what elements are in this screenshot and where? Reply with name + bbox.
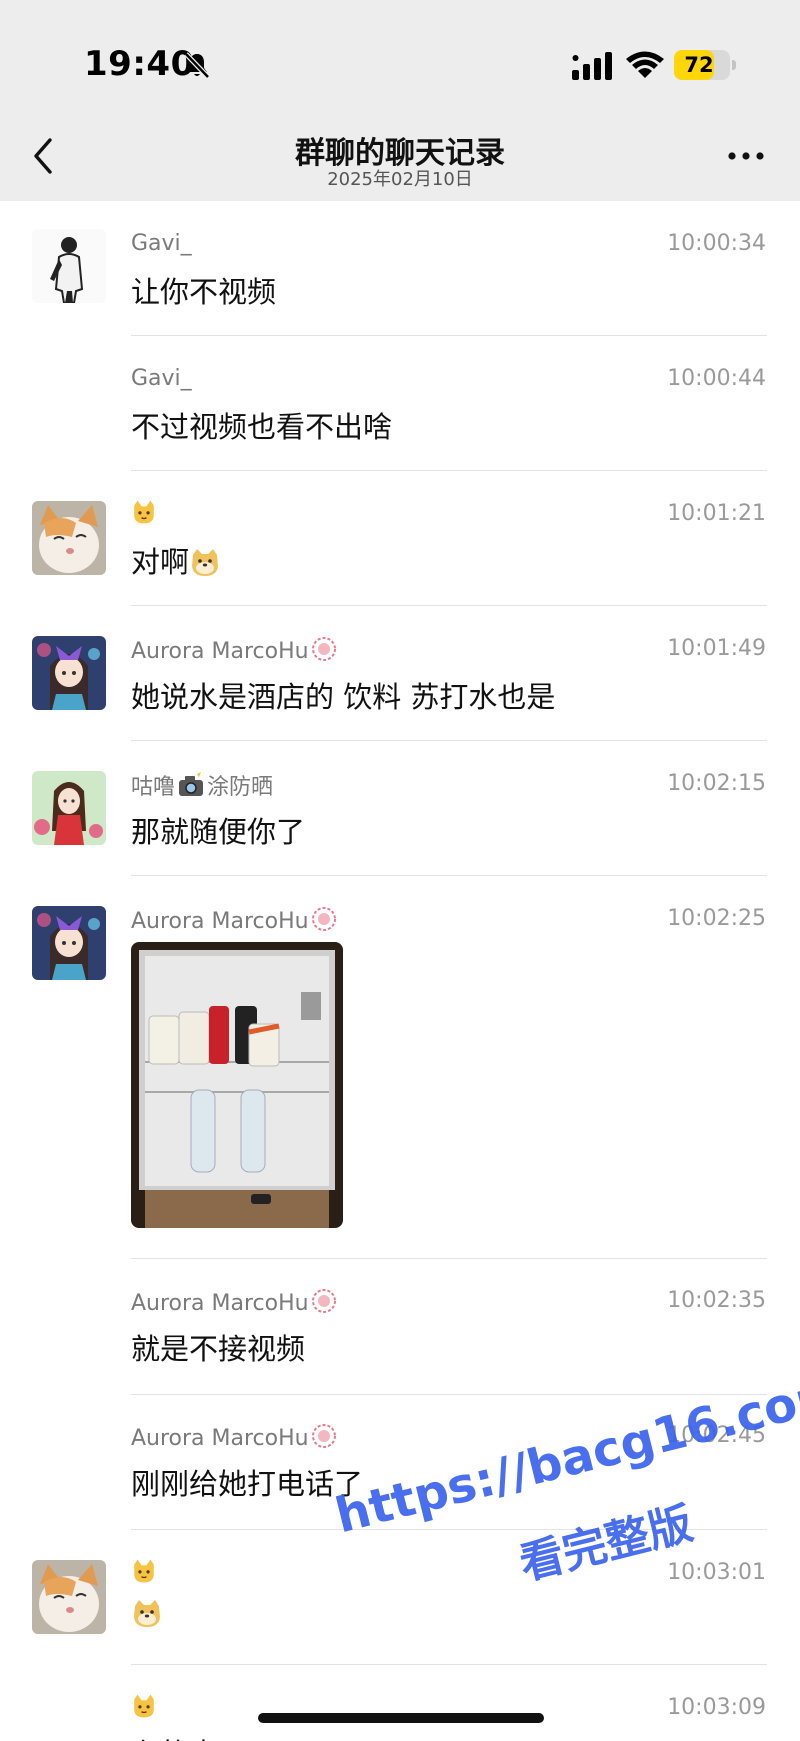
camera-flash-emoji-icon [179, 772, 204, 796]
more-options-icon[interactable] [724, 138, 768, 174]
message-text[interactable]: 那就随便你了 [131, 809, 305, 851]
battery-level-text: 72 [684, 53, 714, 77]
battery-tip [732, 60, 736, 70]
sender-name: Gavi_ [131, 366, 192, 391]
sender-name-part-a: 咕噜 [131, 775, 176, 800]
anime-girl-icon [32, 906, 106, 980]
cat-photo-icon [32, 501, 106, 575]
sender-name [131, 1558, 157, 1584]
message-time: 10:00:44 [667, 366, 766, 391]
message-text[interactable]: 不过视频也看不出啥 [131, 404, 392, 446]
message-time: 10:01:21 [667, 501, 766, 526]
message-item[interactable]: Gavi_ 10:00:34 让你不视频 [0, 201, 800, 336]
message-item[interactable]: Aurora MarcoHu 10:01:49 她说水是酒店的 饮料 苏打水也是 [0, 606, 800, 741]
sender-name: Aurora MarcoHu [131, 636, 337, 664]
message-time: 10:03:09 [667, 1695, 766, 1720]
message-item[interactable]: 10:03:09 有故事 [0, 1665, 800, 1741]
message-time: 10:00:34 [667, 231, 766, 256]
message-text[interactable]: 刚刚给她打电话了 [131, 1461, 363, 1503]
page-subtitle-date: 2025年02月10日 [327, 169, 473, 190]
status-bar: 19:40 72 [0, 0, 800, 120]
message-text[interactable]: 让你不视频 [131, 269, 276, 311]
message-time: 10:02:15 [667, 771, 766, 796]
sender-name-text: Aurora MarcoHu [131, 1291, 309, 1316]
avatar-cat[interactable] [32, 1560, 106, 1634]
battery-indicator: 72 [674, 50, 730, 80]
cellular-signal-icon [572, 52, 612, 80]
message-item[interactable]: Aurora MarcoHu 10:02:35 就是不接视频 [0, 1260, 800, 1395]
message-time: 10:02:35 [667, 1288, 766, 1313]
flower-badge-icon [311, 1289, 336, 1313]
flower-badge-icon [311, 907, 336, 931]
cat-face-emoji-icon [134, 1694, 154, 1718]
sender-name-text: Aurora MarcoHu [131, 909, 309, 934]
sender-name: Gavi_ [131, 231, 192, 256]
message-text[interactable]: 有故事 [131, 1731, 218, 1741]
fridge-photo-image [131, 942, 343, 1228]
flower-badge-icon [311, 637, 336, 661]
message-text[interactable]: 就是不接视频 [131, 1326, 305, 1368]
avatar-anime-girl[interactable] [32, 636, 106, 710]
doge-emoji-icon [134, 1600, 160, 1627]
avatar-man-portrait[interactable] [32, 229, 106, 303]
flower-badge-icon [311, 1424, 336, 1448]
header-area: 19:40 72 群聊的聊天记录 2025年02月10日 [0, 0, 800, 201]
avatar-cartoon-girl[interactable] [32, 771, 106, 845]
avatar-anime-girl[interactable] [32, 906, 106, 980]
minibar-fridge-photo[interactable] [131, 942, 343, 1228]
man-portrait-icon [32, 229, 106, 303]
sender-name: Aurora MarcoHu [131, 1423, 337, 1451]
message-text[interactable]: 她说水是酒店的 饮料 苏打水也是 [131, 674, 555, 716]
message-time: 10:02:25 [667, 906, 766, 931]
message-text[interactable]: 对啊 [131, 539, 221, 581]
sender-name [131, 499, 157, 525]
wifi-icon [626, 51, 664, 78]
sender-name-part-b: 涂防晒 [207, 775, 274, 800]
avatar-cat[interactable] [32, 501, 106, 575]
doge-emoji-icon [192, 549, 219, 576]
message-time: 10:01:49 [667, 636, 766, 661]
message-item[interactable]: 10:01:21 对啊 [0, 471, 800, 606]
sender-name [131, 1693, 157, 1719]
sender-name: Aurora MarcoHu [131, 906, 337, 934]
anime-girl-icon [32, 636, 106, 710]
divider [131, 1258, 767, 1259]
message-item[interactable]: Gavi_ 10:00:44 不过视频也看不出啥 [0, 336, 800, 471]
message-item[interactable]: Aurora MarcoHu 10:02:25 [0, 876, 800, 1260]
cat-face-emoji-icon [134, 1559, 154, 1583]
sender-name-text: Aurora MarcoHu [131, 639, 309, 664]
back-chevron-icon[interactable] [28, 136, 62, 176]
home-indicator[interactable] [258, 1713, 544, 1723]
bell-muted-icon [184, 52, 210, 79]
sender-name: Aurora MarcoHu [131, 1288, 337, 1316]
message-time: 10:03:01 [667, 1560, 766, 1585]
sender-name-text: Aurora MarcoHu [131, 1426, 309, 1451]
message-text-content: 对啊 [131, 545, 190, 579]
sender-name: 咕噜 涂防晒 [131, 769, 273, 801]
status-time: 19:40 [84, 44, 195, 84]
cat-face-emoji-icon [134, 500, 154, 524]
message-item[interactable]: 咕噜 涂防晒 10:02:15 那就随便你了 [0, 741, 800, 876]
cartoon-girl-icon [32, 771, 106, 845]
cat-photo-icon [32, 1560, 106, 1634]
message-text[interactable] [131, 1596, 163, 1630]
